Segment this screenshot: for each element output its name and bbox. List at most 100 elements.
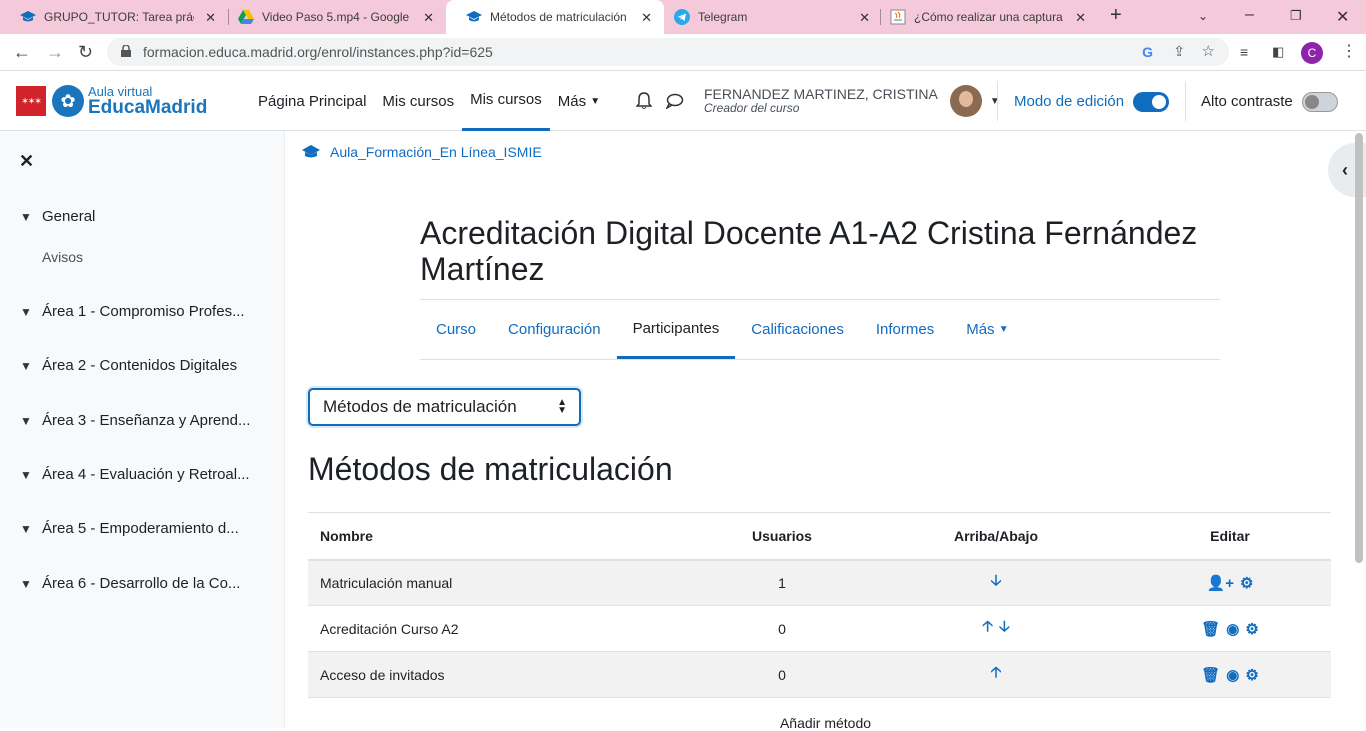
edit-cell: 🗑 ◉ ⚙ <box>1129 605 1331 652</box>
page-scrollbar[interactable] <box>1355 133 1363 563</box>
chevron-down-icon: ▼ <box>20 304 32 319</box>
gear-icon[interactable]: ⚙ <box>1245 620 1258 638</box>
trash-icon[interactable]: 🗑 <box>1201 620 1220 638</box>
close-icon[interactable]: ✕ <box>423 10 434 26</box>
tab-course[interactable]: Curso <box>420 300 492 359</box>
site-logo[interactable]: ✶✶✶ ✿ Aula virtual EducaMadrid <box>16 85 207 117</box>
google-icon[interactable]: G <box>1142 44 1153 60</box>
user-role: Creador del curso <box>704 101 800 116</box>
arrow-down-icon[interactable]: 🡣 <box>991 570 1002 595</box>
nav-home[interactable]: Página Principal <box>250 71 374 131</box>
bell-icon[interactable] <box>636 92 652 110</box>
edit-mode-toggle[interactable] <box>1133 92 1169 112</box>
enrol-users-icon[interactable]: 👤+ <box>1207 574 1234 592</box>
close-window-icon[interactable]: ✕ <box>1336 7 1349 27</box>
gear-icon[interactable]: ⚙ <box>1240 574 1253 592</box>
drawer-section-area2[interactable]: ▼ Área 2 - Contenidos Digitales <box>20 357 237 374</box>
updown-cell: 🡡 <box>863 651 1129 698</box>
gear-icon[interactable]: ⚙ <box>1245 666 1258 684</box>
side-panel-icon[interactable]: ◧ <box>1272 44 1284 60</box>
comunidad-madrid-flag-icon: ✶✶✶ <box>16 86 46 116</box>
back-icon[interactable]: ← <box>13 42 31 63</box>
high-contrast-toggle[interactable] <box>1302 92 1338 112</box>
breadcrumb[interactable]: Aula_Formación_En Línea_ISMIE <box>302 144 542 160</box>
drawer-section-general[interactable]: ▼ General <box>20 208 95 225</box>
chevron-down-icon: ▼ <box>998 324 1009 335</box>
user-name: FERNANDEZ MARTINEZ, CRISTINA <box>704 86 938 103</box>
nav-more[interactable]: Más ▼ <box>550 71 608 131</box>
close-icon[interactable]: ✕ <box>641 10 652 26</box>
close-drawer-icon[interactable]: ✕ <box>19 151 34 172</box>
user-name-block[interactable]: FERNANDEZ MARTINEZ, CRISTINA Creador del… <box>704 87 938 114</box>
tab-settings[interactable]: Configuración <box>492 300 617 359</box>
drawer-section-area4[interactable]: ▼ Área 4 - Evaluación y Retroal... <box>20 466 250 483</box>
reading-list-icon[interactable]: ≡ <box>1240 44 1248 60</box>
secondary-navigation: Curso Configuración Participantes Califi… <box>420 299 1220 360</box>
method-users: 1 <box>701 559 863 606</box>
chevron-down-icon: ▼ <box>20 467 32 482</box>
close-icon[interactable]: ✕ <box>1075 10 1086 26</box>
browser-tab[interactable]: GRUPO_TUTOR: Tarea práctic ✕ <box>0 0 228 34</box>
method-name: Acreditación Curso A2 <box>308 605 701 652</box>
drawer-section-area6[interactable]: ▼ Área 6 - Desarrollo de la Co... <box>20 575 240 592</box>
arrow-up-icon[interactable]: 🡡 <box>991 662 1002 687</box>
table-row: Acreditación Curso A2 0 🡡 🡣 🗑 ◉ ⚙ <box>308 605 1331 652</box>
bookmark-star-icon[interactable]: ☆ <box>1202 42 1215 60</box>
tab-participants[interactable]: Participantes <box>616 300 736 359</box>
tab-search-icon[interactable]: ⌄ <box>1198 9 1208 23</box>
nav-my-courses-active[interactable]: Mis cursos <box>462 71 550 131</box>
url-bar[interactable]: formacion.educa.madrid.org/enrol/instanc… <box>107 38 1229 66</box>
new-tab-icon[interactable]: + <box>1110 4 1122 27</box>
profile-avatar[interactable]: C <box>1301 42 1323 64</box>
chevron-down-icon[interactable]: ▼ <box>990 96 1000 107</box>
trash-icon[interactable]: 🗑 <box>1201 666 1220 684</box>
updown-cell: 🡣 <box>863 559 1129 606</box>
restore-icon[interactable]: ❐ <box>1290 8 1302 24</box>
forward-icon[interactable]: → <box>46 42 64 63</box>
nav-my-courses[interactable]: Mis cursos <box>374 71 462 131</box>
browser-tab[interactable]: Telegram ✕ <box>654 0 882 34</box>
kebab-menu-icon[interactable]: ⋮ <box>1341 41 1357 61</box>
participants-page-select[interactable]: Métodos de matriculación ▲ ▼ <box>308 388 581 426</box>
tab-more-label: Más <box>966 321 995 338</box>
avatar[interactable] <box>949 85 982 117</box>
column-header-users: Usuarios <box>701 512 863 561</box>
tab-title: Métodos de matriculación <box>490 10 627 24</box>
tab-more[interactable]: Más ▼ <box>950 300 1024 359</box>
close-icon[interactable]: ✕ <box>205 10 216 26</box>
drawer-item-avisos[interactable]: Avisos <box>42 249 83 265</box>
eye-icon[interactable]: ◉ <box>1226 666 1239 684</box>
browser-tab[interactable]: ¿Cómo realizar una captura d ✕ <box>870 0 1098 34</box>
drawer-section-area5[interactable]: ▼ Área 5 - Empoderamiento d... <box>20 520 239 537</box>
table-row: Acceso de invitados 0 🡡 🗑 ◉ ⚙ <box>308 651 1331 698</box>
column-header-name: Nombre <box>308 512 701 561</box>
arrow-up-icon[interactable]: 🡡 <box>982 616 993 641</box>
address-bar-row: ← → ↻ formacion.educa.madrid.org/enrol/i… <box>0 34 1366 71</box>
browser-tab[interactable]: Video Paso 5.mp4 - Google D ✕ <box>218 0 446 34</box>
tab-reports[interactable]: Informes <box>860 300 950 359</box>
breadcrumb-course-category[interactable]: Aula_Formación_En Línea_ISMIE <box>330 144 542 160</box>
eye-icon[interactable]: ◉ <box>1226 620 1239 638</box>
message-icon[interactable] <box>666 93 684 109</box>
drawer-section-area1[interactable]: ▼ Área 1 - Compromiso Profes... <box>20 303 245 320</box>
browser-tab-active[interactable]: Métodos de matriculación ✕ <box>446 0 664 34</box>
reload-icon[interactable]: ↻ <box>78 42 93 63</box>
chevron-down-icon: ▼ <box>20 358 32 373</box>
table-row: Matriculación manual 1 🡣 👤+ ⚙ <box>308 559 1331 606</box>
edit-cell: 🗑 ◉ ⚙ <box>1129 651 1331 698</box>
minimize-icon[interactable]: – <box>1245 6 1254 24</box>
updown-cell: 🡡 🡣 <box>863 605 1129 652</box>
drawer-section-label: Área 6 - Desarrollo de la Co... <box>42 575 241 592</box>
close-icon[interactable]: ✕ <box>859 10 870 26</box>
telegram-icon <box>674 9 690 25</box>
section-heading: Métodos de matriculación <box>308 451 673 487</box>
drawer-section-label: Área 5 - Empoderamiento d... <box>42 520 239 537</box>
mortarboard-icon <box>20 9 36 25</box>
tab-grades[interactable]: Calificaciones <box>735 300 860 359</box>
google-drive-icon <box>238 9 254 25</box>
share-icon[interactable]: ⇪ <box>1173 43 1185 60</box>
drawer-section-area3[interactable]: ▼ Área 3 - Enseñanza y Aprend... <box>20 412 250 429</box>
arrow-down-icon[interactable]: 🡣 <box>999 616 1010 641</box>
mortarboard-icon <box>302 145 320 158</box>
drawer-section-label: Área 2 - Contenidos Digitales <box>42 357 238 374</box>
